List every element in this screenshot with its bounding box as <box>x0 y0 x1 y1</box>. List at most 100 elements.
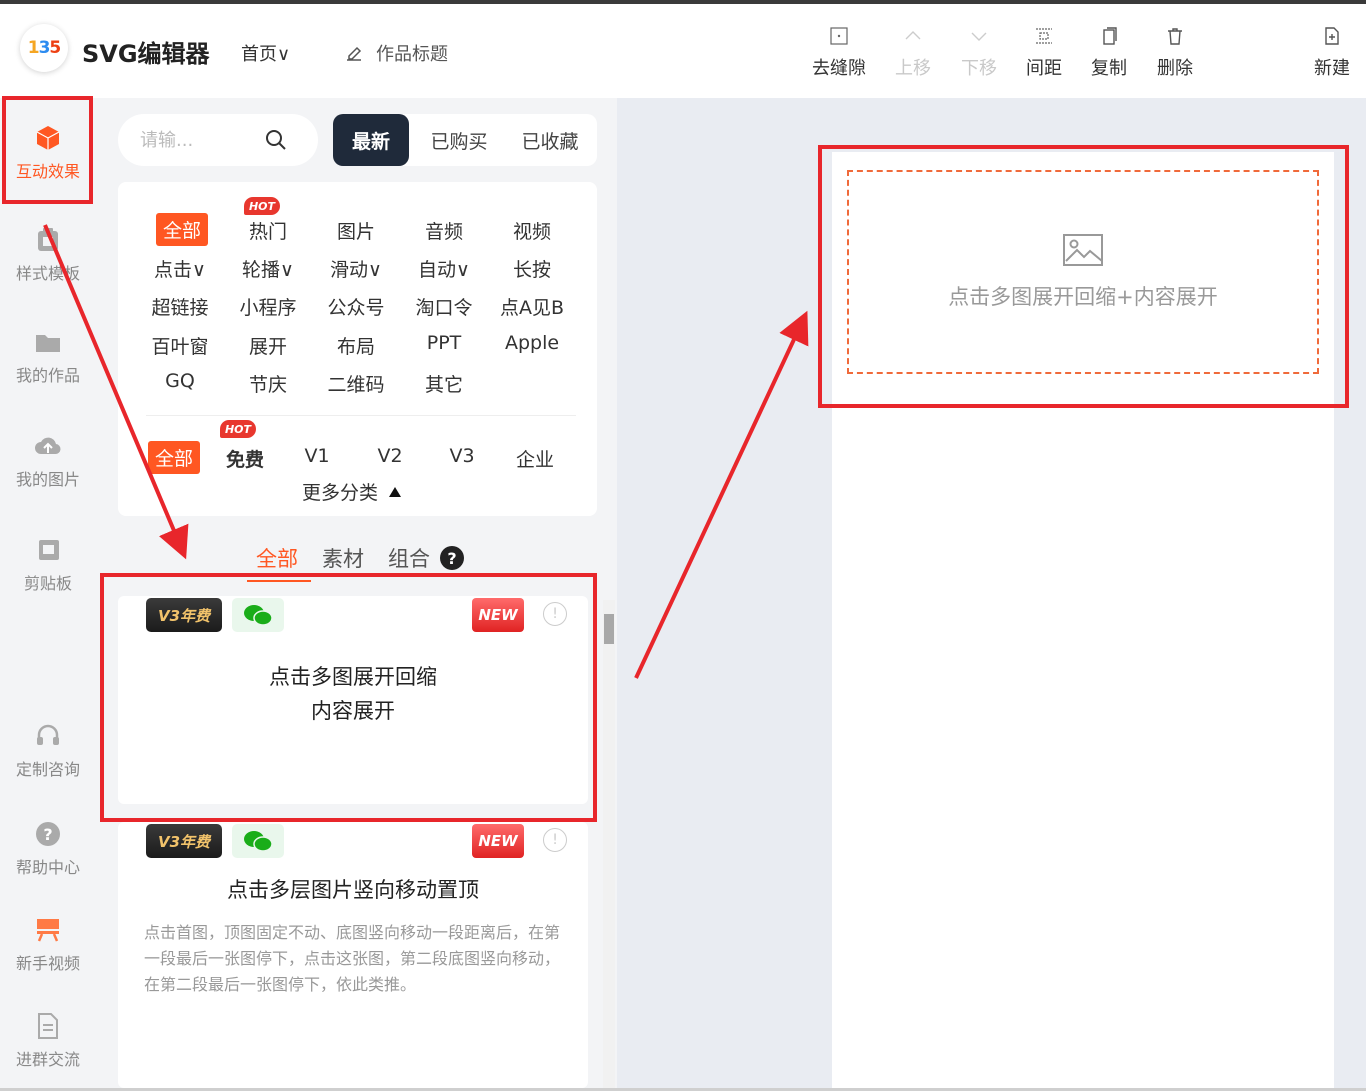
sidebar-item-templates[interactable]: 样式模板 <box>0 226 96 284</box>
version-v3[interactable]: V3 <box>427 445 497 467</box>
search-box <box>118 114 318 166</box>
work-title-edit[interactable]: 作品标题 <box>344 40 448 66</box>
placeholder-text: 点击多图展开回缩+内容展开 <box>948 285 1218 309</box>
more-categories-toggle[interactable]: 更多分类 <box>302 478 402 505</box>
sidebar-item-help[interactable]: ? 帮助中心 <box>0 820 96 878</box>
version-v1[interactable]: V1 <box>282 445 352 467</box>
sidebar-label-templates: 样式模板 <box>15 264 80 283</box>
tab-favorites[interactable]: 已收藏 <box>508 114 592 166</box>
search-input[interactable] <box>140 126 270 154</box>
category-longpress[interactable]: 长按 <box>497 255 567 282</box>
work-title-label: 作品标题 <box>376 44 448 65</box>
sidebar-item-images[interactable]: 我的图片 <box>0 432 96 490</box>
category-taobao-code[interactable]: 淘口令 <box>409 293 479 320</box>
wechat-icon <box>244 605 273 626</box>
move-up-button[interactable]: 上移 <box>880 26 946 80</box>
more-categories-label: 更多分类 <box>302 482 379 504</box>
info-icon[interactable]: ! <box>543 602 567 626</box>
spacing-button[interactable]: 间距 <box>1011 26 1077 80</box>
home-menu[interactable]: 首页∨ <box>241 40 290 66</box>
new-badge: NEW <box>472 824 524 858</box>
sidebar-item-consult[interactable]: 定制咨询 <box>0 722 96 780</box>
document-icon <box>38 1013 58 1039</box>
sidebar-label-works: 我的作品 <box>15 366 80 385</box>
copy-button[interactable]: 复制 <box>1076 26 1142 80</box>
category-layout[interactable]: 布局 <box>321 332 391 359</box>
sidebar-item-works[interactable]: 我的作品 <box>0 328 96 386</box>
new-button[interactable]: 新建 <box>1299 26 1365 80</box>
panel-scrollbar[interactable] <box>603 600 615 1088</box>
sidebar-label-video: 新手视频 <box>15 954 80 973</box>
tab-latest[interactable]: 最新 <box>333 114 409 166</box>
category-expand[interactable]: 展开 <box>233 332 303 359</box>
sidebar-label-group: 进群交流 <box>15 1050 80 1069</box>
category-image[interactable]: 图片 <box>321 217 391 244</box>
category-blinds[interactable]: 百叶窗 <box>145 332 215 359</box>
category-other[interactable]: 其它 <box>409 370 479 397</box>
category-miniprogram[interactable]: 小程序 <box>233 293 303 320</box>
category-hyperlink[interactable]: 超链接 <box>145 293 215 320</box>
category-audio[interactable]: 音频 <box>409 217 479 244</box>
app-logo[interactable]: 135 <box>20 24 68 72</box>
category-click-a-see-b[interactable]: 点A见B <box>497 293 567 320</box>
inserted-effect-placeholder[interactable]: 点击多图展开回缩+内容展开 <box>847 170 1319 374</box>
chevron-down-icon <box>971 32 987 41</box>
effect-card-title: 点击多图展开回缩 内容展开 <box>118 660 588 728</box>
sidebar-label-consult: 定制咨询 <box>15 760 80 779</box>
move-down-button[interactable]: 下移 <box>946 26 1012 80</box>
sidebar-label-images: 我的图片 <box>15 470 80 489</box>
delete-button[interactable]: 删除 <box>1142 26 1208 80</box>
category-official-account[interactable]: 公众号 <box>321 293 391 320</box>
category-qrcode[interactable]: 二维码 <box>321 370 391 397</box>
help-question-icon[interactable]: ? <box>440 546 464 570</box>
panel-scrollbar-thumb[interactable] <box>604 614 614 644</box>
category-apple[interactable]: Apple <box>497 332 567 354</box>
pencil-icon <box>347 46 362 61</box>
version-enterprise[interactable]: 企业 <box>500 445 570 472</box>
subtab-material[interactable]: 素材 <box>322 543 364 573</box>
chevron-up-icon <box>905 31 921 40</box>
category-carousel[interactable]: 轮播∨ <box>233 255 303 282</box>
version-free[interactable]: 免费 <box>210 445 280 472</box>
version-all[interactable]: 全部 <box>148 441 200 474</box>
logo-char-2: 3 <box>38 38 51 58</box>
subtab-combo[interactable]: 组合 <box>388 543 430 573</box>
sidebar-item-clipboard[interactable]: 剪贴板 <box>0 536 96 594</box>
subtab-all[interactable]: 全部 <box>256 543 298 573</box>
wechat-badge <box>232 598 284 632</box>
category-ppt[interactable]: PPT <box>409 332 479 354</box>
grid-dots-icon <box>830 27 848 45</box>
category-gq[interactable]: GQ <box>145 370 215 392</box>
wechat-icon <box>244 831 273 852</box>
sidebar-item-group[interactable]: 进群交流 <box>0 1012 96 1070</box>
category-festival[interactable]: 节庆 <box>233 370 303 397</box>
category-hot[interactable]: 热门 <box>233 217 303 244</box>
category-slide[interactable]: 滑动∨ <box>321 255 391 282</box>
tab-purchased[interactable]: 已购买 <box>418 114 500 166</box>
delete-label: 删除 <box>1157 58 1193 79</box>
v3-annual-badge: V3年费 <box>146 824 222 858</box>
sidebar-item-interactive[interactable]: 互动效果 <box>0 124 96 182</box>
sidebar-item-video[interactable]: 新手视频 <box>0 916 96 974</box>
image-placeholder-icon <box>1063 234 1103 266</box>
category-auto[interactable]: 自动∨ <box>409 255 479 282</box>
remove-gap-button[interactable]: 去缝隙 <box>806 26 872 80</box>
cube-icon <box>36 126 60 150</box>
version-v2[interactable]: V2 <box>355 445 425 467</box>
sidebar-label-help: 帮助中心 <box>15 858 80 877</box>
category-click[interactable]: 点击∨ <box>145 255 215 282</box>
copy-icon <box>1103 27 1117 45</box>
category-video[interactable]: 视频 <box>497 217 567 244</box>
effect-card-title-line1: 点击多图展开回缩 <box>269 665 437 689</box>
move-up-label: 上移 <box>895 58 931 79</box>
category-all[interactable]: 全部 <box>156 213 208 246</box>
search-icon[interactable] <box>264 128 288 152</box>
spacing-icon <box>1036 28 1052 44</box>
hot-badge-free: HOT <box>220 420 256 438</box>
info-icon[interactable]: ! <box>543 828 567 852</box>
template-icon <box>38 228 58 251</box>
trash-icon <box>1168 28 1182 45</box>
v3-annual-badge: V3年费 <box>146 598 222 632</box>
sidebar-label-clipboard: 剪贴板 <box>23 574 72 593</box>
move-down-label: 下移 <box>961 58 997 79</box>
